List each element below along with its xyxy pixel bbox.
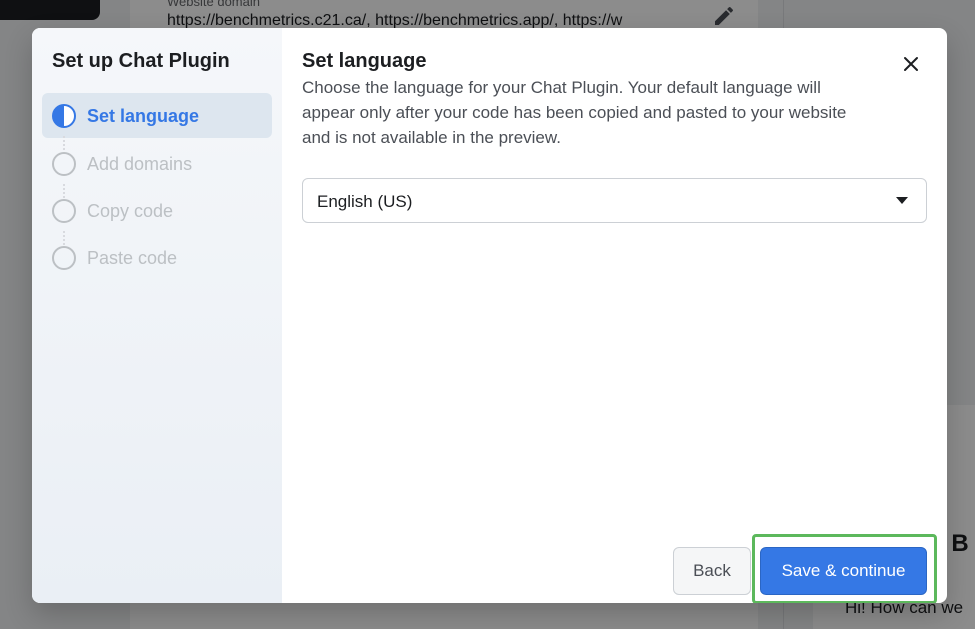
- step-set-language[interactable]: Set language: [42, 93, 272, 138]
- step-label: Copy code: [87, 201, 174, 221]
- half-filled-circle-icon: [52, 104, 76, 128]
- step-add-domains[interactable]: Add domains: [42, 141, 272, 186]
- content-title: Set language: [302, 50, 427, 72]
- save-continue-button[interactable]: Save & continue: [760, 547, 927, 595]
- step-paste-code[interactable]: Paste code: [42, 235, 272, 280]
- content-description: Choose the language for your Chat Plugin…: [302, 78, 847, 147]
- empty-circle-icon: [52, 246, 76, 270]
- close-button[interactable]: [893, 46, 929, 82]
- back-button[interactable]: Back: [673, 547, 751, 595]
- setup-steps-sidebar: Set up Chat Plugin Set language Add doma…: [32, 28, 282, 603]
- step-label: Set language: [87, 106, 200, 126]
- caret-down-icon: [896, 197, 908, 204]
- step-label: Add domains: [87, 154, 193, 174]
- empty-circle-icon: [52, 199, 76, 223]
- language-select-value: English (US): [317, 192, 413, 211]
- step-content: Set language Choose the language for you…: [282, 28, 947, 603]
- chat-plugin-setup-dialog: Set up Chat Plugin Set language Add doma…: [32, 28, 947, 603]
- close-icon: [904, 57, 918, 71]
- step-copy-code[interactable]: Copy code: [42, 188, 272, 233]
- language-select[interactable]: English (US): [302, 178, 927, 223]
- empty-circle-icon: [52, 152, 76, 176]
- step-label: Paste code: [87, 248, 178, 268]
- sidebar-title: Set up Chat Plugin: [52, 50, 230, 72]
